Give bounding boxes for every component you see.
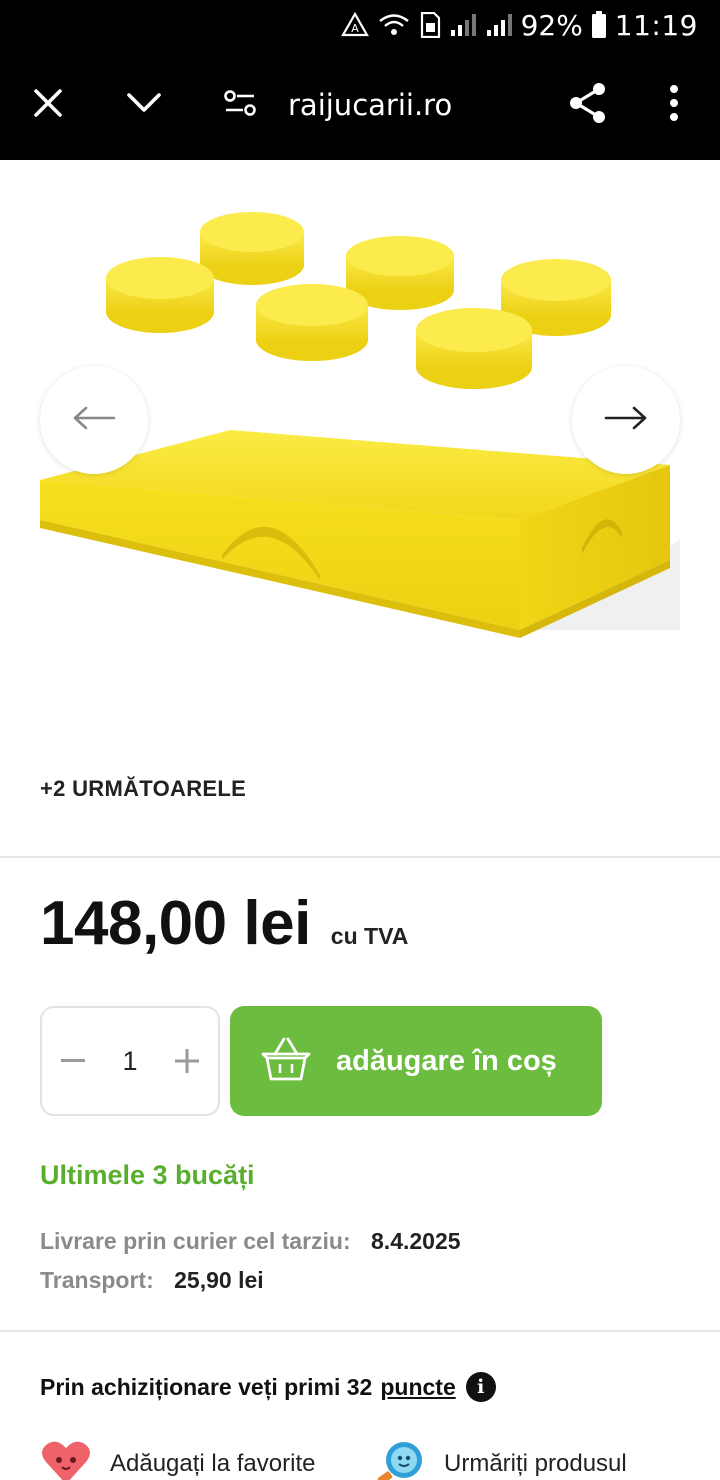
- watch-label: Urmăriți produsul: [444, 1450, 627, 1477]
- divider: [0, 1330, 720, 1332]
- price-row: 148,00 lei cu TVA: [40, 888, 408, 959]
- product-gallery[interactable]: [0, 160, 720, 750]
- site-settings-button[interactable]: [218, 50, 262, 160]
- transport-info: Transport: 25,90 lei: [40, 1267, 264, 1294]
- more-options-button[interactable]: [652, 50, 696, 160]
- favorites-label: Adăugați la favorite: [110, 1450, 316, 1477]
- signal-icon: [449, 10, 477, 40]
- battery-percent: 92%: [520, 8, 583, 42]
- loyalty-text: Prin achiziționare veți primi 32: [40, 1373, 373, 1400]
- delivery-date: 8.4.2025: [371, 1228, 461, 1254]
- delivery-info: Livrare prin curier cel tarziu: 8.4.2025: [40, 1228, 461, 1255]
- share-button[interactable]: [562, 50, 614, 160]
- site-settings-icon: [223, 89, 257, 122]
- previous-image-button[interactable]: [40, 366, 148, 474]
- watch-product-button[interactable]: Urmăriți produsul: [376, 1440, 627, 1480]
- more-vert-icon: [669, 84, 679, 126]
- info-icon[interactable]: i: [465, 1372, 496, 1402]
- basket-icon: [260, 1036, 312, 1087]
- signal-icon: [485, 10, 513, 40]
- chevron-down-icon: [126, 92, 162, 119]
- loyalty-points: Prin achiziționare veți primi 32 puncte …: [40, 1372, 496, 1402]
- add-to-cart-button[interactable]: adăugare în coș: [230, 1006, 602, 1116]
- clock: 11:19: [614, 8, 698, 42]
- points-link[interactable]: puncte: [380, 1374, 455, 1401]
- divider: [0, 856, 720, 858]
- minimize-button[interactable]: [114, 50, 174, 160]
- close-button[interactable]: [18, 50, 78, 160]
- sim-icon: [419, 10, 441, 40]
- add-to-cart-label: adăugare în coș: [336, 1044, 557, 1077]
- wifi-call-icon: [377, 10, 411, 40]
- product-price: 148,00 lei: [40, 889, 311, 958]
- magnifier-icon: [376, 1440, 426, 1480]
- quantity-value[interactable]: 1: [122, 1046, 137, 1077]
- arrow-right-icon: [604, 406, 648, 435]
- url-text[interactable]: raijucarii.ro: [288, 50, 452, 160]
- more-images-link[interactable]: +2 URMĂTOARELE: [40, 776, 246, 802]
- status-bar: A 92% 11:19: [0, 0, 720, 50]
- share-icon: [568, 82, 608, 129]
- svg-text:A: A: [351, 22, 359, 35]
- transport-price: 25,90 lei: [174, 1267, 264, 1293]
- stock-status: Ultimele 3 bucăți: [40, 1160, 255, 1190]
- delivery-label: Livrare prin curier cel tarziu:: [40, 1228, 351, 1254]
- product-actions: Adăugați la favorite Urmăriți produsul: [0, 1440, 720, 1480]
- add-to-favorites-button[interactable]: Adăugați la favorite: [40, 1440, 315, 1480]
- vat-label: cu TVA: [330, 923, 409, 949]
- increase-quantity-button[interactable]: [172, 1046, 202, 1076]
- arrow-left-icon: [72, 406, 116, 435]
- browser-toolbar: raijucarii.ro: [0, 50, 720, 160]
- recycle-alert-icon: A: [340, 10, 369, 40]
- decrease-quantity-button[interactable]: [58, 1046, 88, 1076]
- heart-icon: [40, 1440, 92, 1480]
- next-image-button[interactable]: [572, 366, 680, 474]
- close-icon: [33, 88, 63, 123]
- battery-icon: [591, 10, 607, 40]
- quantity-stepper: 1: [40, 1006, 220, 1116]
- transport-label: Transport:: [40, 1267, 154, 1293]
